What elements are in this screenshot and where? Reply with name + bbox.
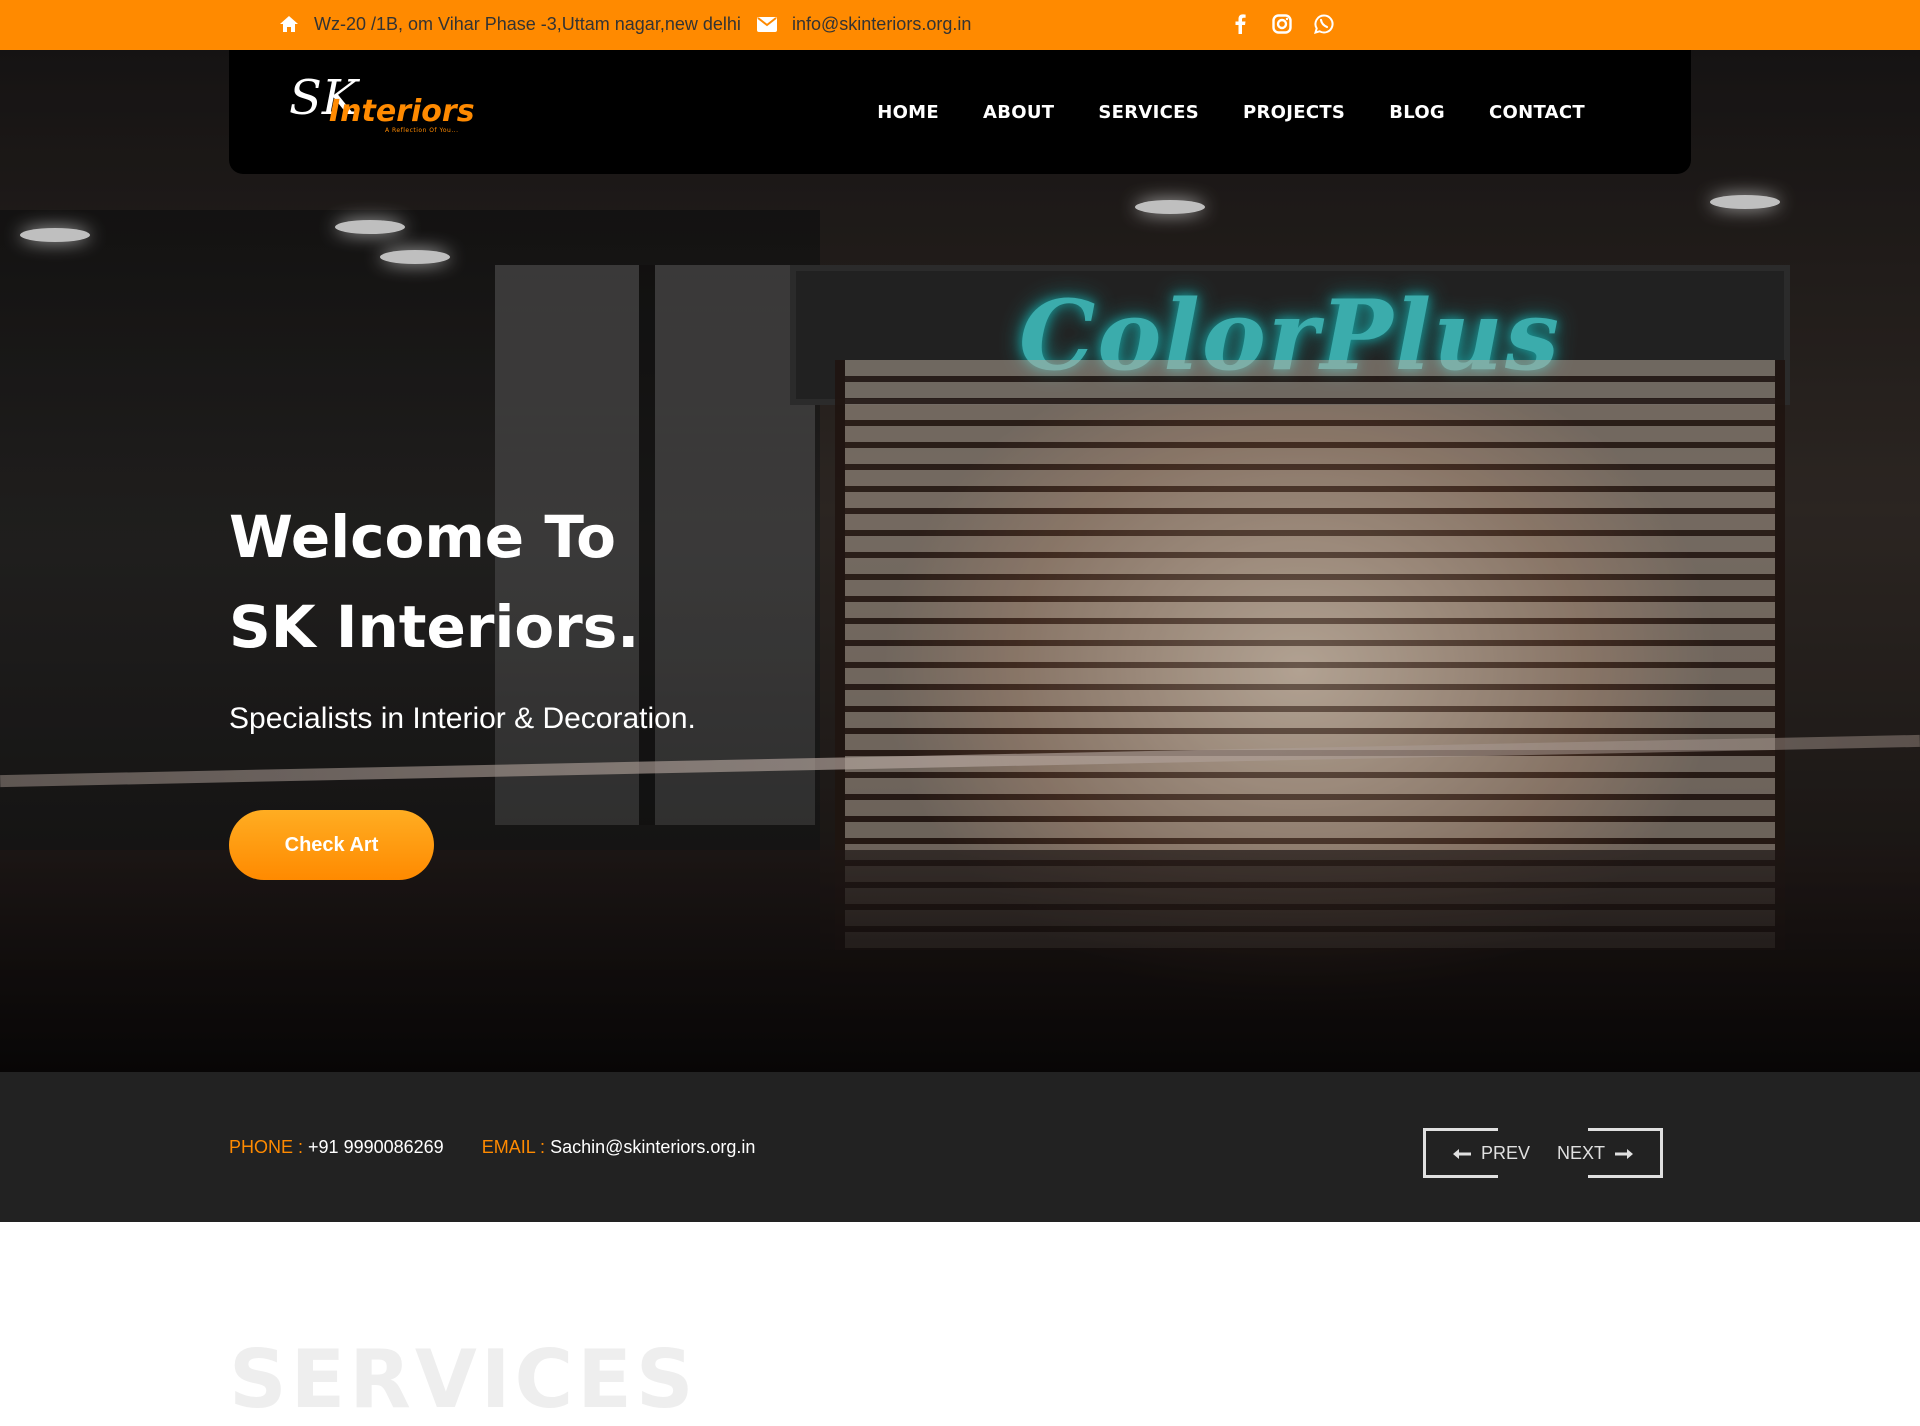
prev-slide-button[interactable]: PREV	[1453, 1128, 1530, 1178]
instagram-icon[interactable]	[1272, 14, 1292, 34]
nav-item-blog[interactable]: BLOG	[1389, 102, 1445, 123]
home-icon	[278, 13, 300, 35]
hero-title-line2: SK Interiors.	[229, 593, 640, 661]
phone-label: PHONE :	[229, 1136, 304, 1157]
next-label: NEXT	[1556, 1142, 1605, 1163]
logo-brand: Interiors	[329, 94, 475, 129]
email-contact[interactable]: EMAIL : Sachin@skinteriors.org.in	[482, 1137, 756, 1158]
logo-tagline: A Reflection Of You...	[385, 127, 459, 134]
facebook-icon[interactable]	[1230, 14, 1250, 34]
nav-item-about[interactable]: ABOUT	[983, 102, 1054, 123]
hero-title-line1: Welcome To	[229, 503, 617, 571]
hero-title: Welcome To SK Interiors.	[229, 492, 639, 672]
social-links	[1230, 0, 1334, 48]
prev-label: PREV	[1481, 1142, 1531, 1163]
arrow-left-icon	[1453, 1143, 1471, 1164]
nav-item-contact[interactable]: CONTACT	[1489, 102, 1585, 123]
check-art-button[interactable]: Check Art	[229, 810, 434, 880]
nav-item-services[interactable]: SERVICES	[1098, 102, 1199, 123]
envelope-icon	[756, 13, 778, 35]
address-text: Wz-20 /1B, om Vihar Phase -3,Uttam nagar…	[314, 13, 741, 34]
email-info[interactable]: info@skinteriors.org.in	[756, 0, 971, 48]
address-info: Wz-20 /1B, om Vihar Phase -3,Uttam nagar…	[278, 0, 741, 48]
phone-number[interactable]: +91 9990086269	[308, 1137, 444, 1157]
whatsapp-icon[interactable]	[1314, 14, 1334, 34]
top-bar: Wz-20 /1B, om Vihar Phase -3,Uttam nagar…	[0, 0, 1920, 50]
site-logo[interactable]: SK Interiors A Reflection Of You...	[289, 74, 489, 138]
email-address[interactable]: Sachin@skinteriors.org.in	[550, 1137, 755, 1157]
phone-info[interactable]: PHONE : +91 9990086269	[229, 1137, 444, 1158]
slider-nav: PREV NEXT	[1423, 1128, 1663, 1178]
next-slide-button[interactable]: NEXT	[1557, 1128, 1633, 1178]
contact-details: PHONE : +91 9990086269 EMAIL : Sachin@sk…	[229, 1072, 755, 1222]
email-label: EMAIL :	[481, 1136, 546, 1157]
nav-item-projects[interactable]: PROJECTS	[1243, 102, 1345, 123]
nav-item-home[interactable]: HOME	[877, 102, 939, 123]
email-text[interactable]: info@skinteriors.org.in	[792, 14, 971, 35]
services-heading: SERVICES	[229, 1333, 698, 1426]
primary-nav: HOME ABOUT SERVICES PROJECTS BLOG CONTAC…	[877, 50, 1585, 174]
arrow-right-icon	[1615, 1143, 1633, 1164]
main-navbar: SK Interiors A Reflection Of You... HOME…	[229, 50, 1691, 174]
hero-subtitle: Specialists in Interior & Decoration.	[229, 702, 696, 735]
